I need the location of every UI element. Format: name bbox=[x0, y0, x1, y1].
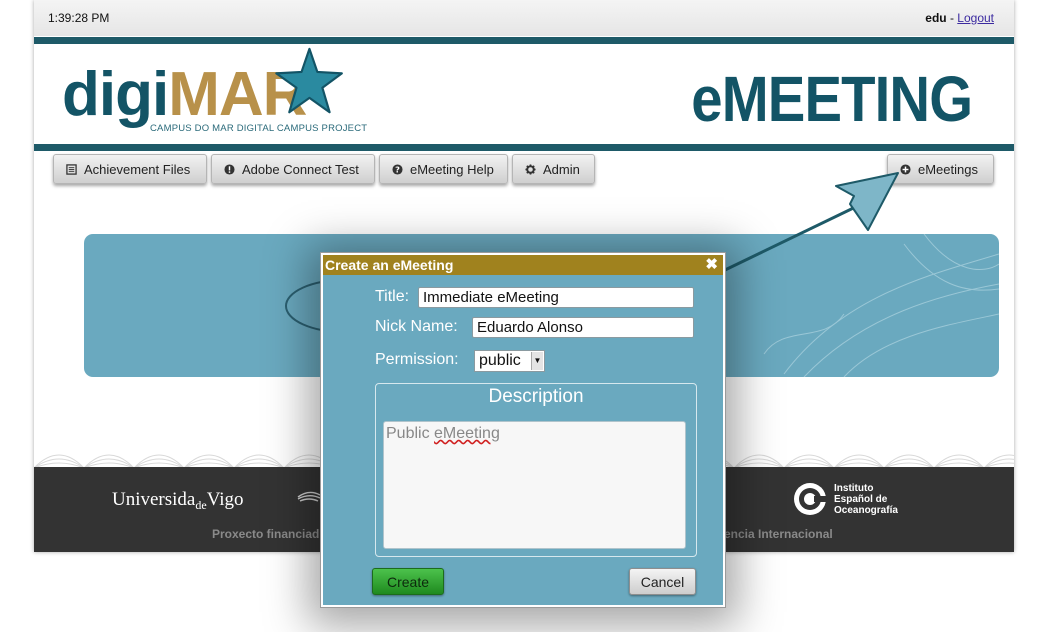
user-separator: - bbox=[946, 11, 958, 25]
plus-circle-icon bbox=[900, 164, 911, 175]
title-input[interactable] bbox=[418, 287, 694, 308]
uvigo-part2: de bbox=[195, 498, 207, 512]
logo-subtitle: CAMPUS DO MAR DIGITAL CAMPUS PROJECT bbox=[150, 123, 368, 134]
create-button[interactable]: Create bbox=[372, 568, 444, 595]
dialog-body: Title: Nick Name: Permission: public ▼ D… bbox=[323, 275, 723, 605]
user-box: edu - Logout bbox=[925, 11, 994, 25]
description-legend: Description bbox=[488, 386, 584, 407]
header-stripe-top bbox=[34, 37, 1014, 44]
logo-wordmark: digiMAR bbox=[62, 64, 307, 126]
nav-label: eMeeting Help bbox=[410, 162, 494, 177]
funded-by-text: Proxecto financiad bbox=[212, 527, 320, 541]
nav-label: Adobe Connect Test bbox=[242, 162, 359, 177]
dialog-title: Create an eMeeting bbox=[325, 257, 454, 273]
partner-wing-logo bbox=[297, 491, 321, 502]
uvigo-part3: Vigo bbox=[206, 489, 244, 510]
header-logo-area: digiMAR CAMPUS DO MAR DIGITAL CAMPUS PRO… bbox=[34, 44, 1014, 144]
universidade-vigo-logo: UniversidadeVigo bbox=[112, 489, 244, 513]
nav-label: Admin bbox=[543, 162, 580, 177]
header-stripe-bottom bbox=[34, 144, 1014, 151]
nav-emeeting-help-button[interactable]: ? eMeeting Help bbox=[379, 154, 508, 184]
nick-name-label: Nick Name: bbox=[375, 318, 458, 335]
description-text-misspelled: eMeeting bbox=[434, 425, 500, 442]
list-icon bbox=[66, 164, 77, 175]
username: edu bbox=[925, 11, 947, 25]
nav-label: Achievement Files bbox=[84, 162, 191, 177]
ieo-logo-icon bbox=[794, 483, 828, 515]
ieo-line: Oceanografía bbox=[834, 505, 898, 516]
chevron-down-icon: ▼ bbox=[531, 352, 543, 370]
close-icon[interactable]: ✖ bbox=[705, 255, 718, 275]
description-text: Public bbox=[386, 425, 430, 442]
gear-icon bbox=[525, 164, 536, 175]
nav-achievement-files-button[interactable]: Achievement Files bbox=[53, 154, 207, 184]
exclamation-icon bbox=[224, 164, 235, 175]
top-bar: 1:39:28 PM edu - Logout bbox=[34, 0, 1014, 36]
description-textarea[interactable]: Public eMeeting bbox=[383, 421, 686, 549]
nav-admin-button[interactable]: Admin bbox=[512, 154, 595, 184]
title-label: Title: bbox=[375, 288, 410, 305]
permission-select[interactable]: public ▼ bbox=[474, 350, 545, 372]
app-title: eMEETING bbox=[691, 63, 973, 135]
nav-adobe-connect-test-button[interactable]: Adobe Connect Test bbox=[211, 154, 375, 184]
ieo-line: Español de bbox=[834, 494, 888, 505]
create-emeeting-dialog: Create an eMeeting ✖ Title: Nick Name: P… bbox=[320, 252, 726, 608]
cancel-button[interactable]: Cancel bbox=[629, 568, 696, 595]
ieo-name: Instituto Español de Oceanografía bbox=[834, 483, 898, 516]
nick-name-input[interactable] bbox=[472, 317, 694, 338]
permission-value: public bbox=[479, 352, 521, 369]
permission-label: Permission: bbox=[375, 351, 459, 368]
nav-emeetings-button[interactable]: eMeetings bbox=[887, 154, 994, 184]
description-fieldset: Description Public eMeeting bbox=[375, 383, 697, 557]
question-icon: ? bbox=[392, 164, 403, 175]
logout-link[interactable]: Logout bbox=[957, 11, 994, 25]
uvigo-part1: Universida bbox=[112, 489, 196, 510]
dialog-titlebar: Create an eMeeting ✖ bbox=[323, 255, 723, 275]
starfish-icon bbox=[275, 47, 343, 114]
svg-text:?: ? bbox=[395, 165, 400, 175]
clock: 1:39:28 PM bbox=[48, 11, 110, 25]
nav-label: eMeetings bbox=[918, 162, 978, 177]
ieo-line: Instituto bbox=[834, 483, 874, 494]
logo-digi: digi bbox=[62, 60, 169, 129]
agency-text: encia Internacional bbox=[724, 527, 833, 541]
